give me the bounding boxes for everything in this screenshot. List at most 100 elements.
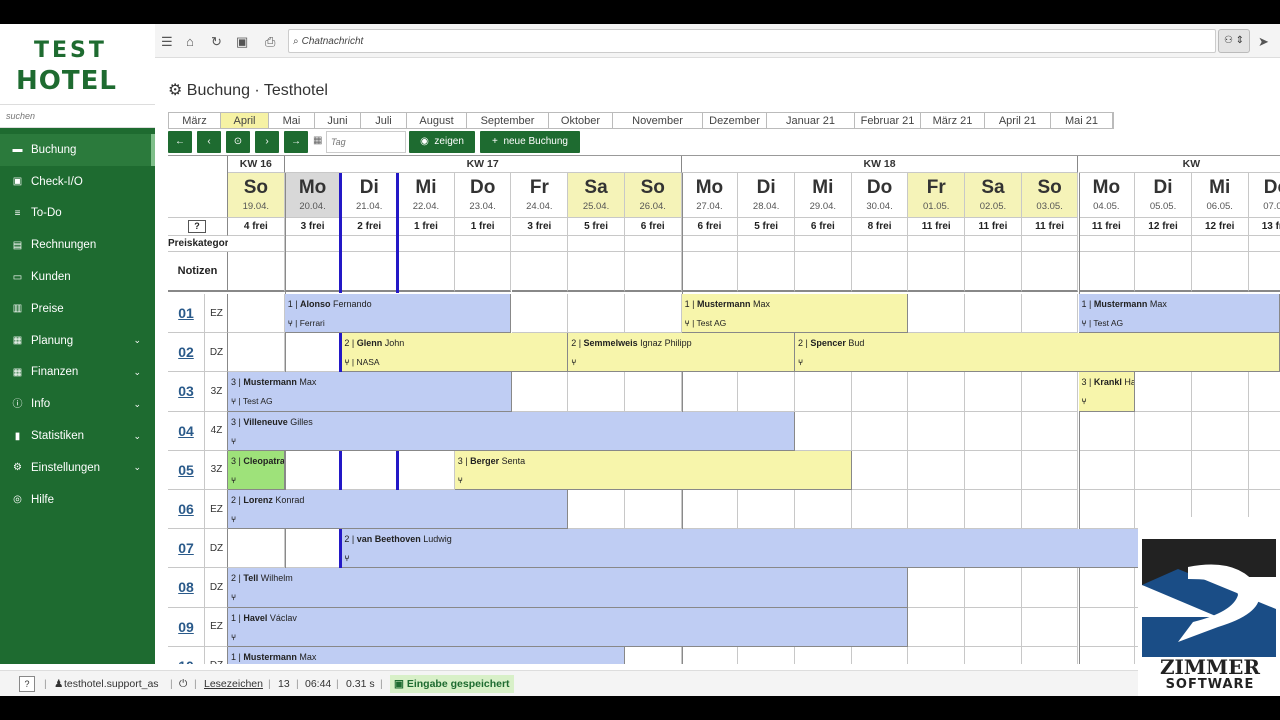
room-day-cell[interactable]	[908, 646, 966, 664]
room-day-cell[interactable]	[965, 568, 1022, 608]
month-tab[interactable]: April 21	[985, 113, 1051, 128]
room-day-cell[interactable]	[341, 450, 399, 490]
sidebar-item-to-do[interactable]: ≡ To-Do	[0, 198, 155, 230]
price-cell[interactable]	[284, 236, 342, 252]
booking-block[interactable]: 2 | Glenn John ⑂ | NASA	[341, 333, 569, 373]
sidebar-item-finanzen[interactable]: ▦ Finanzen ⌄	[0, 357, 155, 389]
room-day-cell[interactable]	[1191, 372, 1249, 412]
price-cell[interactable]	[1021, 236, 1079, 252]
room-number-link[interactable]: 03	[168, 372, 205, 411]
room-day-cell[interactable]	[284, 450, 342, 490]
price-cell[interactable]	[965, 236, 1022, 252]
notes-cell[interactable]	[795, 252, 852, 292]
sidebar-item-hilfe[interactable]: ◎ Hilfe	[0, 484, 155, 516]
booking-block[interactable]: 2 | Lorenz Konrad ⑂	[228, 490, 569, 530]
room-day-cell[interactable]	[795, 646, 852, 664]
sidebar-item-buchung[interactable]: ▬ Buchung	[0, 134, 155, 166]
notes-cell[interactable]	[965, 252, 1022, 292]
room-day-cell[interactable]	[851, 450, 909, 490]
day-header[interactable]: Do 23.04.	[454, 173, 512, 218]
price-cell[interactable]	[908, 236, 966, 252]
refresh-icon[interactable]: ↻	[211, 34, 222, 50]
booking-block[interactable]: 3 | Cleopatra ⑂	[228, 450, 285, 490]
room-day-cell[interactable]	[568, 490, 625, 530]
room-day-cell[interactable]	[624, 294, 682, 334]
room-day-cell[interactable]	[1135, 411, 1192, 451]
room-day-cell[interactable]	[1078, 607, 1136, 647]
new-booking-button[interactable]: + neue Buchung	[480, 131, 580, 153]
sidebar-item-check-i-o[interactable]: ▣ Check-I/O	[0, 166, 155, 198]
room-day-cell[interactable]	[511, 294, 569, 334]
first-page-button[interactable]: ←	[168, 131, 192, 153]
price-cell[interactable]	[228, 236, 285, 252]
status-user[interactable]: testhotel.support_as	[64, 678, 159, 690]
month-tab[interactable]: Mai 21	[1051, 113, 1113, 128]
room-day-cell[interactable]	[568, 372, 625, 412]
room-day-cell[interactable]	[1021, 607, 1079, 647]
room-day-cell[interactable]	[1248, 412, 1280, 451]
show-button[interactable]: ◉ zeigen	[409, 131, 475, 153]
day-header[interactable]: So 26.04.	[624, 173, 682, 218]
price-cell[interactable]	[568, 236, 625, 252]
day-header[interactable]: Di 05.05.	[1135, 173, 1192, 218]
booking-block[interactable]: 3 | Villeneuve Gilles ⑂	[228, 411, 795, 451]
month-tab[interactable]: Dezember	[703, 113, 767, 128]
room-day-cell[interactable]	[1021, 450, 1079, 490]
room-number-link[interactable]: 01	[168, 294, 205, 333]
room-day-cell[interactable]	[1022, 646, 1079, 664]
room-day-cell[interactable]	[908, 568, 966, 608]
sidebar-item-info[interactable]: ⓘ Info ⌄	[0, 388, 155, 420]
day-header[interactable]: Di 28.04.	[738, 173, 795, 218]
day-header[interactable]: Do 07.05.	[1248, 173, 1280, 218]
room-day-cell[interactable]	[1135, 450, 1192, 490]
room-day-cell[interactable]	[738, 372, 795, 412]
month-tab[interactable]: Februar 21	[855, 113, 921, 128]
room-day-cell[interactable]	[625, 646, 682, 664]
hotel-logo[interactable]: TEST HOTEL	[0, 24, 155, 104]
room-day-cell[interactable]	[908, 490, 966, 530]
room-day-cell[interactable]	[511, 372, 569, 412]
day-input[interactable]	[326, 131, 406, 153]
sidebar-item-preise[interactable]: ▥ Preise	[0, 293, 155, 325]
notes-cell[interactable]	[851, 252, 909, 292]
booking-block[interactable]: 1 | Mustermann Max ⑂ | Test AG	[1078, 294, 1280, 334]
power-icon[interactable]: ⏻	[179, 678, 187, 691]
notes-cell[interactable]	[1078, 252, 1136, 292]
grid-help-button[interactable]: ?	[188, 220, 206, 233]
room-number-link[interactable]: 09	[168, 607, 205, 646]
booking-block[interactable]: 3 | Mustermann Max ⑂ | Test AG	[228, 372, 512, 412]
room-day-cell[interactable]	[795, 372, 852, 412]
day-header[interactable]: Do 30.04.	[851, 173, 909, 218]
room-day-cell[interactable]	[852, 646, 909, 664]
room-day-cell[interactable]	[1078, 490, 1136, 530]
notes-cell[interactable]	[398, 252, 455, 292]
chat-input[interactable]: ⌕ Chatnachricht	[288, 29, 1216, 53]
booking-block[interactable]: 1 | Mustermann Max ⑂ | Test AG	[681, 294, 909, 334]
price-cell[interactable]	[624, 236, 682, 252]
room-day-cell[interactable]	[851, 372, 909, 412]
room-day-cell[interactable]	[965, 294, 1022, 334]
day-header[interactable]: Mo 20.04.	[284, 173, 342, 218]
next-button[interactable]: ›	[255, 131, 279, 153]
room-day-cell[interactable]	[284, 529, 342, 569]
month-tab[interactable]: März	[169, 113, 221, 128]
month-tab[interactable]: August	[407, 113, 467, 128]
room-number-link[interactable]: 07	[168, 529, 205, 568]
month-tab[interactable]: September	[467, 113, 549, 128]
print-icon[interactable]: ⎙	[265, 34, 275, 50]
day-header[interactable]: Mi 22.04.	[398, 173, 455, 218]
room-day-cell[interactable]	[228, 333, 285, 373]
room-day-cell[interactable]	[908, 411, 966, 451]
notes-cell[interactable]	[908, 252, 966, 292]
month-tab[interactable]: November	[613, 113, 703, 128]
room-day-cell[interactable]	[398, 450, 455, 490]
month-tab[interactable]: Oktober	[549, 113, 613, 128]
price-cell[interactable]	[454, 236, 512, 252]
sidebar-item-rechnungen[interactable]: ▤ Rechnungen	[0, 229, 155, 261]
day-header[interactable]: Fr 01.05.	[908, 173, 966, 218]
price-cell[interactable]	[681, 236, 739, 252]
notes-cell[interactable]	[1248, 252, 1280, 292]
booking-block[interactable]: 1 | Havel Václav ⑂	[228, 607, 909, 647]
room-day-cell[interactable]	[284, 333, 342, 373]
room-day-cell[interactable]	[851, 411, 909, 451]
